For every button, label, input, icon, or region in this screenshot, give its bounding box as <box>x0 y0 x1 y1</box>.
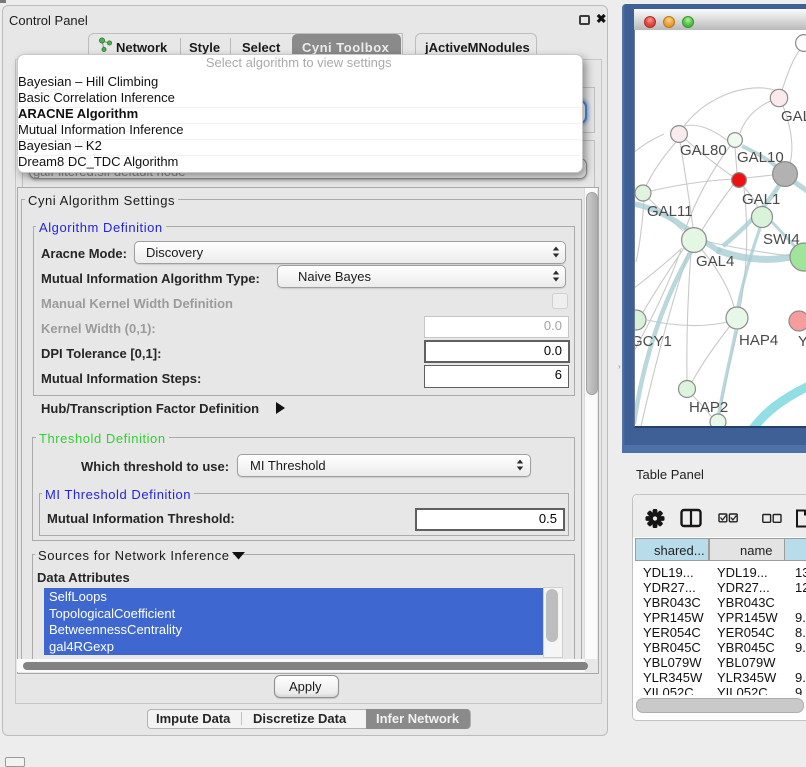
svg-text:GAL11: GAL11 <box>647 203 693 220</box>
svg-text:GAL80: GAL80 <box>680 142 727 159</box>
svg-text:GAL4: GAL4 <box>696 253 734 270</box>
svg-text:GCY1: GCY1 <box>635 333 672 350</box>
svg-text:SWI4: SWI4 <box>763 231 800 248</box>
svg-text:HAP4: HAP4 <box>739 332 778 349</box>
svg-text:YM: YM <box>798 333 806 350</box>
svg-text:GAL1: GAL1 <box>742 191 780 208</box>
svg-text:GAL7: GAL7 <box>781 108 806 125</box>
svg-text:GAL10: GAL10 <box>737 149 784 166</box>
svg-text:HAP2: HAP2 <box>689 399 728 416</box>
